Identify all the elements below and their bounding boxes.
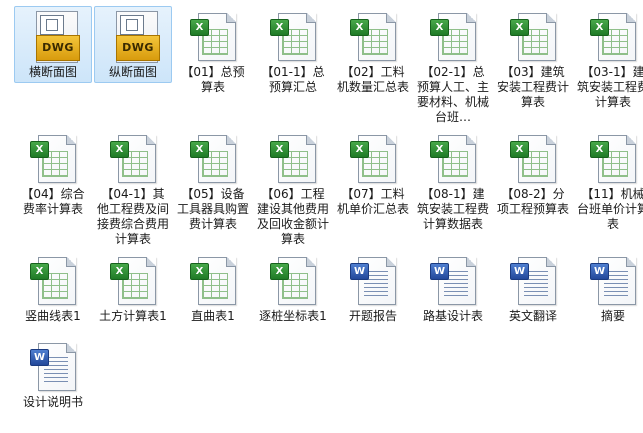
file-label: 【01-1】总预算汇总 <box>261 65 325 94</box>
file-item[interactable]: X 【01】总预算表 <box>174 6 252 98</box>
file-item[interactable]: X 【03】建筑安装工程费计算表 <box>494 6 572 113</box>
excel-file-icon: X <box>188 11 238 63</box>
file-label: 摘要 <box>600 309 625 323</box>
file-label: 【03】建筑安装工程费计算表 <box>496 65 569 109</box>
file-item[interactable]: X 【03-1】建筑安装工程费计算表 <box>574 6 643 113</box>
file-label: 【02】工料机数量汇总表 <box>336 65 409 94</box>
file-item[interactable]: X 【04】综合费率计算表 <box>14 128 92 220</box>
file-label: 【08-1】建筑安装工程费计算数据表 <box>416 187 489 231</box>
excel-file-icon: X <box>428 133 478 185</box>
dwg-file-icon: DWG <box>108 11 160 63</box>
file-item[interactable]: W 设计说明书 <box>14 336 92 413</box>
file-label: 直曲表1 <box>191 309 235 323</box>
word-file-icon: W <box>508 255 558 307</box>
file-item[interactable]: W 英文翻译 <box>494 250 572 327</box>
excel-file-icon: X <box>588 11 638 63</box>
excel-file-icon: X <box>428 11 478 63</box>
excel-file-icon: X <box>108 255 158 307</box>
file-item[interactable]: X 【04-1】其他工程费及间接费综合费用计算表 <box>94 128 172 250</box>
file-item[interactable]: X 【11】机械台班单价计算表 <box>574 128 643 235</box>
file-label: 逐桩坐标表1 <box>259 309 327 323</box>
file-label: 【02-1】总预算人工、主要材料、机械台班… <box>416 65 489 124</box>
file-label: 【04】综合费率计算表 <box>21 187 85 216</box>
excel-file-icon: X <box>348 133 398 185</box>
excel-file-icon: X <box>268 11 318 63</box>
excel-file-icon: X <box>268 133 318 185</box>
excel-file-icon: X <box>188 133 238 185</box>
file-item[interactable]: X 【07】工料机单价汇总表 <box>334 128 412 220</box>
file-label: 英文翻译 <box>508 309 557 323</box>
file-label: 横断面图 <box>28 65 77 79</box>
file-label: 【07】工料机单价汇总表 <box>336 187 409 216</box>
file-label: 竖曲线表1 <box>25 309 81 323</box>
word-file-icon: W <box>588 255 638 307</box>
excel-file-icon: X <box>348 11 398 63</box>
file-item[interactable]: X 【02】工料机数量汇总表 <box>334 6 412 98</box>
file-item[interactable]: X 【06】工程建设其他费用及回收金额计算表 <box>254 128 332 250</box>
file-label: 开题报告 <box>348 309 397 323</box>
file-item[interactable]: X 【08-2】分项工程预算表 <box>494 128 572 220</box>
excel-file-icon: X <box>508 11 558 63</box>
file-item[interactable]: X 【08-1】建筑安装工程费计算数据表 <box>414 128 492 235</box>
file-label: 【06】工程建设其他费用及回收金额计算表 <box>256 187 329 246</box>
file-item[interactable]: DWG 纵断面图 <box>94 6 172 83</box>
file-label: 【08-2】分项工程预算表 <box>496 187 569 216</box>
excel-file-icon: X <box>508 133 558 185</box>
file-item[interactable]: X 【01-1】总预算汇总 <box>254 6 332 98</box>
file-item[interactable]: X 【05】设备工具器具购置费计算表 <box>174 128 252 235</box>
file-item[interactable]: DWG 横断面图 <box>14 6 92 83</box>
word-file-icon: W <box>28 341 78 393</box>
file-label: 【05】设备工具器具购置费计算表 <box>176 187 249 231</box>
file-label: 设计说明书 <box>22 395 83 409</box>
excel-file-icon: X <box>268 255 318 307</box>
file-label: 【01】总预算表 <box>181 65 245 94</box>
file-item[interactable]: W 路基设计表 <box>414 250 492 327</box>
file-item[interactable]: X 逐桩坐标表1 <box>254 250 332 327</box>
file-label: 土方计算表1 <box>99 309 167 323</box>
word-file-icon: W <box>428 255 478 307</box>
excel-file-icon: X <box>588 133 638 185</box>
file-label: 【04-1】其他工程费及间接费综合费用计算表 <box>96 187 169 246</box>
excel-file-icon: X <box>108 133 158 185</box>
dwg-file-icon: DWG <box>28 11 80 63</box>
file-icon-view[interactable]: DWG 横断面图 DWG 纵断面图 X 【01】总预算表 X 【01-1】总预算汇总 X 【02】… <box>0 0 643 433</box>
file-label: 纵断面图 <box>108 65 157 79</box>
file-item[interactable]: X 竖曲线表1 <box>14 250 92 327</box>
file-label: 【03-1】建筑安装工程费计算表 <box>576 65 643 109</box>
excel-file-icon: X <box>28 255 78 307</box>
excel-file-icon: X <box>188 255 238 307</box>
file-item[interactable]: W 摘要 <box>574 250 643 327</box>
word-file-icon: W <box>348 255 398 307</box>
file-item[interactable]: X 土方计算表1 <box>94 250 172 327</box>
file-label: 【11】机械台班单价计算表 <box>576 187 643 231</box>
file-item[interactable]: W 开题报告 <box>334 250 412 327</box>
file-item[interactable]: X 直曲表1 <box>174 250 252 327</box>
excel-file-icon: X <box>28 133 78 185</box>
file-item[interactable]: X 【02-1】总预算人工、主要材料、机械台班… <box>414 6 492 128</box>
file-label: 路基设计表 <box>422 309 483 323</box>
